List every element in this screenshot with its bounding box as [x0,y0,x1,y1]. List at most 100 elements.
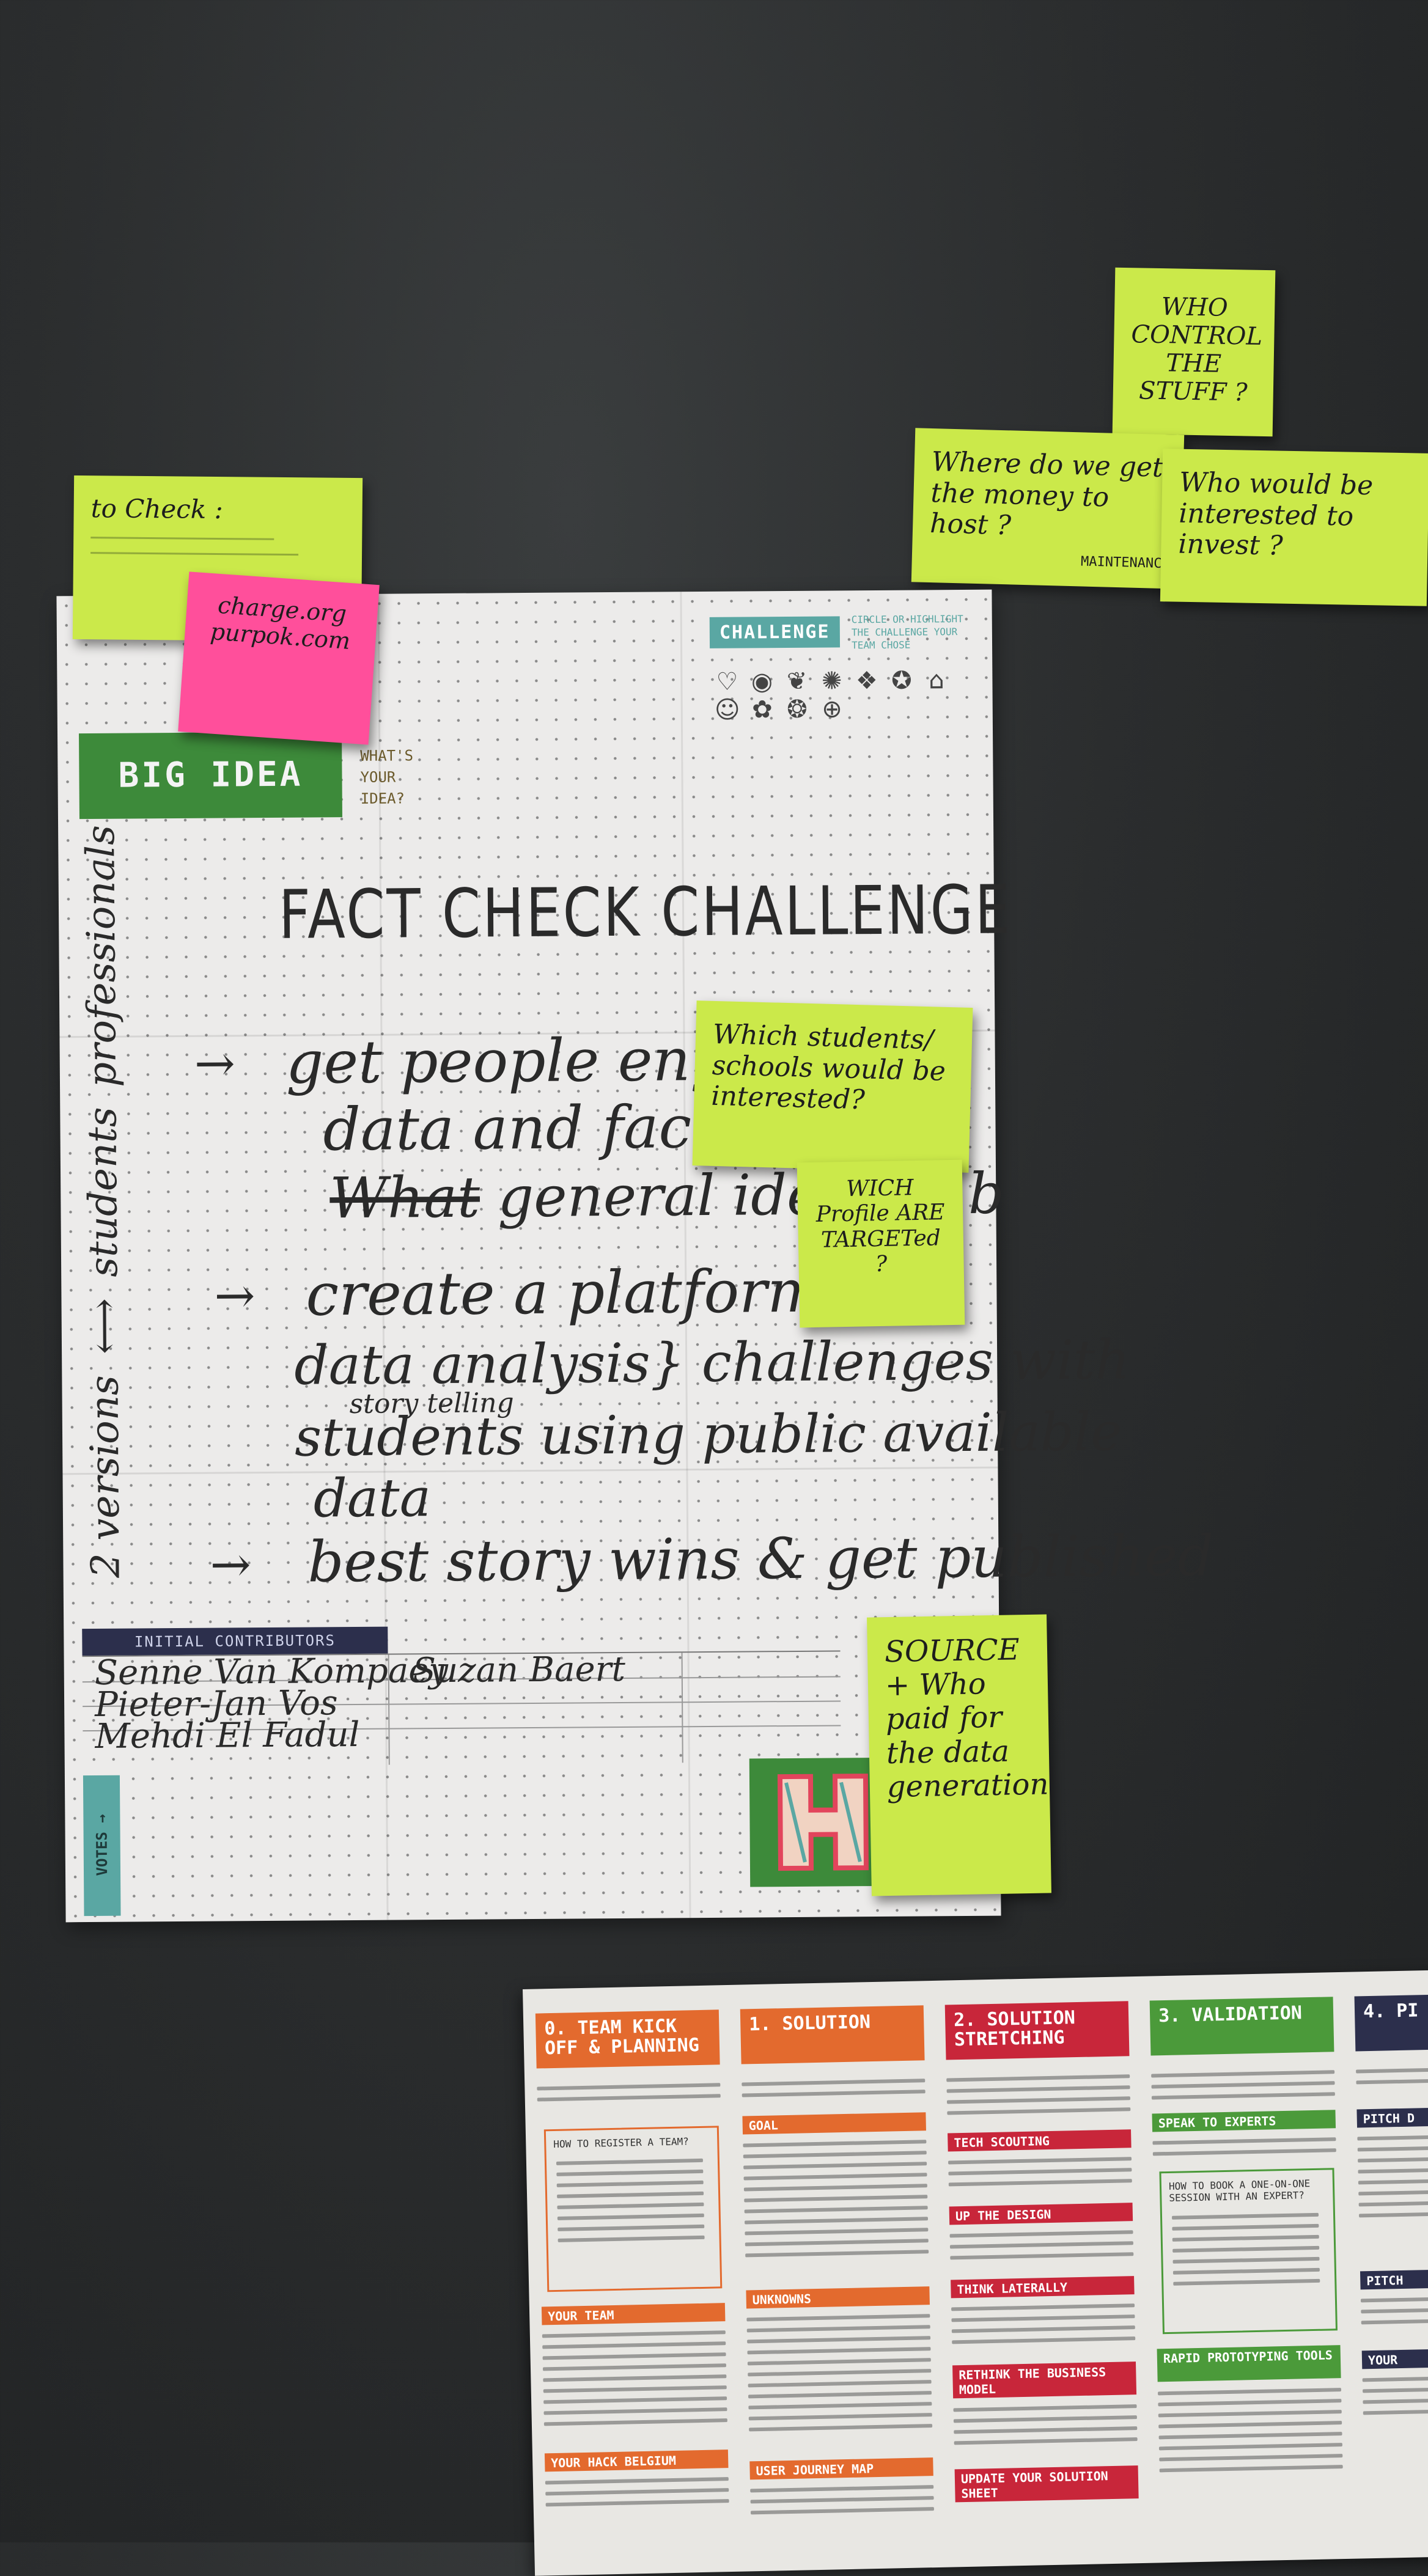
text-lines [948,2157,1132,2193]
flower-icon: ✿ [751,695,773,724]
leaflet-column-2: 2. SOLUTION STRETCHING TECH SCOUTING UP … [944,1976,1165,2567]
register-box: HOW TO REGISTER A TEAM? [543,2126,723,2292]
contributor-3: Mehdi El Fadul [95,1714,360,1756]
section-tech-scouting: TECH SCOUTING [948,2129,1132,2152]
column-title: 3. VALIDATION [1149,1997,1334,2056]
arrow-1: → [194,1035,236,1092]
side-professionals: professionals [78,824,126,1088]
note-text: WICH Profile ARE TARGETed ? [815,1175,945,1277]
section-unknowns: UNKNOWNS [746,2286,930,2309]
leaflet-column-4: 4. PI PITCH D PITCH YOUR [1354,1967,1428,2558]
sticky-note-links: charge.org purpok.com [178,571,380,745]
text-lines [746,2314,933,2438]
challenge-icons: ♡ ◉ ❦ ✺ ❖ ✪ ⌂ ☺ ✿ ❂ ⊕ [711,666,981,724]
text-lines [953,2404,1138,2452]
note-text: SOURCE + Who paid for the data generatio… [884,1632,1049,1804]
sticky-note-which-students: Which students/ schools would be interes… [692,1000,973,1173]
arrow-2: → [214,1267,256,1324]
challenge-label: CHALLENGE [709,616,840,648]
section-speak-to-experts: SPEAK TO EXPERTS [1152,2110,1336,2132]
note-annotation: MAINTENANCE [1080,554,1171,571]
text-lines [542,2330,727,2433]
text-lines [750,2485,935,2522]
bullet-2-line-b: data analysis} challenges with [293,1328,1130,1397]
text-lines [1362,2374,1428,2422]
text-lines [951,2303,1136,2351]
challenge-hint: CIRCLE OR HIGHLIGHT THE CHALLENGE YOUR T… [851,613,963,651]
bullet-2-line-d: data [313,1467,432,1530]
note-text: Which students/ schools would be interes… [710,1018,946,1116]
hack-belgium-leaflet: 0. TEAM KICK OFF & PLANNING HOW TO REGIS… [523,1967,1428,2576]
whats-your-idea: WHAT'S YOUR IDEA? [360,747,414,807]
column-title: 4. PI [1354,1992,1428,2052]
text-lines [1357,2133,1428,2225]
pillar-icon: ⊕ [822,695,842,724]
section-goal: GOAL [742,2112,926,2135]
note-text: WHO CONTROL THE STUFF ? [1131,293,1263,407]
note-text: Where do we get the money to host ? [929,446,1164,541]
text-lines [742,2079,926,2104]
big-idea-label: BIG IDEA [79,732,342,820]
bullet-1-line-b: data and fact [323,1092,716,1164]
section-rapid-prototyping: RAPID PROTOTYPING TOOLS [1157,2345,1341,2382]
bullet-3-line: best story wins & get published [307,1523,1214,1595]
sticky-note-who-invest: Who would be interested to invest ? [1160,449,1428,606]
text-lines [946,2074,1131,2122]
leaflet-column-1: 1. SOLUTION GOAL UNKNOWNS USER JOURNEY M… [740,1980,960,2571]
gear-icon: ✺ [821,667,842,695]
heart-icon: ♡ [716,667,738,696]
text-lines [743,2140,929,2264]
sticky-note-which-profile: WICH Profile ARE TARGETed ? [797,1159,965,1328]
text-lines [537,2083,721,2108]
text-lines [1151,2070,1335,2107]
side-versions: 2 versions ⟷ students professionals [78,825,129,1579]
note-text: Who would be interested to invest ? [1178,466,1374,562]
votes-label-text: VOTES → [93,1814,111,1876]
side-versions-text: 2 versions [82,1374,129,1579]
fold-line [62,1466,998,1475]
text-lines [1158,2388,1343,2479]
book-expert-box: HOW TO BOOK A ONE-ON-ONE SESSION WITH AN… [1159,2168,1338,2335]
sticky-note-who-control: WHO CONTROL THE STUFF ? [1112,267,1276,437]
section-up-the-design: UP THE DESIGN [949,2203,1133,2225]
column-title: 1. SOLUTION [740,2005,925,2064]
double-arrow: ⟷ [81,1297,128,1355]
house-icon: ⌂ [929,666,944,695]
box-title: HOW TO BOOK A ONE-ON-ONE SESSION WITH AN… [1168,2178,1311,2204]
text-lines [1356,2066,1428,2091]
column-title: 2. SOLUTION STRETCHING [944,2001,1130,2060]
leaflet-column-3: 3. VALIDATION SPEAK TO EXPERTS HOW TO BO… [1149,1972,1369,2563]
column-title: 0. TEAM KICK OFF & PLANNING [535,2009,720,2069]
text-lines [949,2230,1134,2267]
table-line [681,1653,683,1763]
sticky-note-source: SOURCE + Who paid for the data generatio… [867,1614,1051,1896]
section-update-solution: UPDATE YOUR SOLUTION SHEET [954,2465,1139,2503]
note-text: to Check : [90,493,223,525]
bulb-icon: ◉ [751,667,773,696]
globe-icon: ✪ [891,666,912,695]
text-lines [545,2477,729,2514]
sticky-note-where-money: Where do we get the money to host ? MAIN… [911,428,1185,589]
section-your-team: YOUR TEAM [541,2303,726,2325]
leaf-icon: ❦ [786,667,808,696]
crossed-word: What [329,1164,480,1231]
leaflet-column-0: 0. TEAM KICK OFF & PLANNING HOW TO REGIS… [535,1984,755,2575]
chart-icon: ❂ [787,695,808,724]
section-pitch-d: PITCH D [1356,2105,1428,2128]
section-think-laterally: THINK LATERALLY [951,2276,1135,2299]
contributor-4: Suzan Baert [412,1649,626,1691]
hands-icon: ❖ [855,666,878,695]
bullet-2-line-c: students using public available [294,1401,1122,1469]
section-rethink-business: RETHINK THE BUSINESS MODEL [952,2361,1137,2399]
faint-note-lines [90,537,345,556]
votes-label: VOTES → [83,1775,121,1917]
section-user-journey: USER JOURNEY MAP [749,2457,933,2480]
people-icon: ☺ [714,695,740,724]
text-lines [1360,2295,1428,2332]
idea-title: FACT CHECK CHALLENGE [278,870,1012,954]
box-title: HOW TO REGISTER A TEAM? [553,2135,690,2150]
section-your-hack: YOUR HACK BELGIUM [544,2449,729,2472]
text-lines [1152,2137,1336,2163]
side-students: students [80,1107,127,1278]
section-your: YOUR [1361,2347,1428,2369]
